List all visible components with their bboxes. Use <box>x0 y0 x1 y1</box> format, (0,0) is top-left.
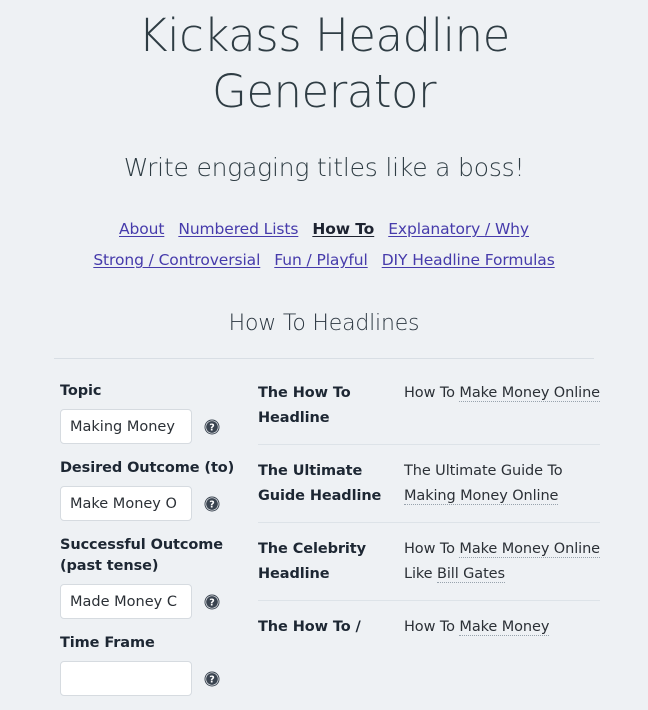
field-desired-outcome: Desired Outcome (to) ? <box>60 458 250 521</box>
table-row: The How To Headline How To Make Money On… <box>258 381 600 444</box>
successful-outcome-input[interactable] <box>60 584 192 619</box>
svg-text:?: ? <box>209 674 215 685</box>
headline-static: How To <box>404 619 460 635</box>
headline-static: The Ultimate Guide To <box>404 463 563 479</box>
nav-row-2: Strong / Controversial Fun / Playful DIY H… <box>40 245 608 276</box>
help-circle-icon[interactable]: ? <box>204 671 220 687</box>
headline-output[interactable]: How To Make Money Online Like Bill Gates <box>404 537 600 587</box>
table-row: The Ultimate Guide Headline The Ultimate… <box>258 444 600 522</box>
headline-variable: Make Money Online <box>459 385 600 402</box>
input-row-desired-outcome: ? <box>60 486 250 521</box>
field-topic: Topic ? <box>60 381 250 444</box>
headline-type-label: The Ultimate Guide Headline <box>258 463 382 504</box>
page-tagline: Write engaging titles like a boss! <box>123 153 525 182</box>
field-label-desired-outcome: Desired Outcome (to) <box>60 460 235 476</box>
svg-text:?: ? <box>209 597 215 608</box>
nav-link-explanatory-why[interactable]: Explanatory / Why <box>388 220 529 238</box>
field-successful-outcome: Successful Outcome (past tense) ? <box>60 535 250 619</box>
time-frame-input[interactable] <box>60 661 192 696</box>
headline-static: How To <box>404 385 460 401</box>
desired-outcome-input[interactable] <box>60 486 192 521</box>
nav-link-diy-headline-formulas[interactable]: DIY Headline Formulas <box>382 251 555 269</box>
nav-row-1: About Numbered Lists How To Explanatory / W… <box>40 214 608 245</box>
page-title: Kickass Headline Generator <box>138 9 510 118</box>
main-nav: About Numbered Lists How To Explanatory / W… <box>0 214 648 276</box>
help-circle-icon[interactable]: ? <box>204 419 220 435</box>
headline-type-label: The Celebrity Headline <box>258 541 366 582</box>
nav-link-how-to[interactable]: How To <box>312 220 374 238</box>
field-label-successful-outcome: Successful Outcome (past tense) <box>60 537 223 574</box>
section-divider <box>54 358 594 359</box>
content-area: Topic ? Desired Outcome (to) <box>0 381 648 710</box>
headline-variable: Making Money Online <box>404 488 559 505</box>
nav-link-strong-controversial[interactable]: Strong / Controversial <box>93 251 260 269</box>
input-row-time-frame: ? <box>60 661 250 696</box>
headline-variable: Make Money Online <box>459 541 600 558</box>
headline-static: Like <box>404 566 438 582</box>
field-label-time-frame: Time Frame <box>60 635 155 651</box>
help-circle-icon[interactable]: ? <box>204 594 220 610</box>
page-root: Kickass Headline Generator Write engagin… <box>0 0 648 710</box>
nav-link-about[interactable]: About <box>119 220 164 238</box>
headline-variable: Make Money <box>459 619 550 636</box>
headline-variable: Bill Gates <box>437 566 505 583</box>
topic-input[interactable] <box>60 409 192 444</box>
input-row-successful-outcome: ? <box>60 584 250 619</box>
headline-static: How To <box>404 541 460 557</box>
field-time-frame: Time Frame ? <box>60 633 250 696</box>
help-circle-icon[interactable]: ? <box>204 496 220 512</box>
headline-output[interactable]: How To Make Money <box>404 615 600 640</box>
headline-output[interactable]: How To Make Money Online <box>404 381 600 406</box>
headline-results: The How To Headline How To Make Money On… <box>258 381 600 653</box>
svg-text:?: ? <box>209 422 215 433</box>
headline-type-label: The How To Headline <box>258 385 351 426</box>
nav-link-numbered-lists[interactable]: Numbered Lists <box>178 220 298 238</box>
table-row: The Celebrity Headline How To Make Money… <box>258 522 600 600</box>
table-row: The How To / How To Make Money <box>258 600 600 653</box>
section-title: How To Headlines <box>228 311 420 336</box>
nav-link-fun-playful[interactable]: Fun / Playful <box>274 251 368 269</box>
svg-text:?: ? <box>209 499 215 510</box>
input-row-topic: ? <box>60 409 250 444</box>
headline-output[interactable]: The Ultimate Guide To Making Money Onlin… <box>404 459 600 509</box>
headline-form: Topic ? Desired Outcome (to) <box>60 381 250 710</box>
field-label-topic: Topic <box>60 383 102 399</box>
headline-type-label: The How To / <box>258 619 361 635</box>
